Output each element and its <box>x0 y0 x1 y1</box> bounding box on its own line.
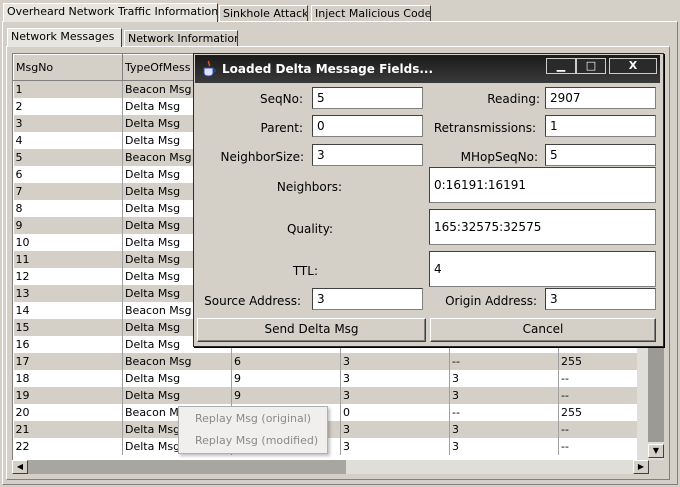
maximize-icon[interactable]: □ <box>576 58 606 74</box>
table-cell: 9 <box>13 216 123 234</box>
origin-address-label: Origin Address: <box>445 294 537 308</box>
table-row[interactable]: 17 Beacon Msg 6 3 -- 255 <box>13 352 638 370</box>
send-delta-msg-button[interactable]: Send Delta Msg <box>197 318 426 342</box>
table-cell: Beacon Msg <box>122 352 232 370</box>
table-cell: 255 <box>558 403 638 421</box>
context-menu: Replay Msg (original) Replay Msg (modifi… <box>178 406 328 454</box>
table-cell: 17 <box>13 352 123 370</box>
table-cell: 7 <box>13 182 123 200</box>
reading-label: Reading: <box>487 92 540 106</box>
table-cell: 16 <box>13 335 123 353</box>
neighborsize-field[interactable]: 3 <box>312 144 423 166</box>
menu-item-replay-modified[interactable]: Replay Msg (modified) <box>179 431 327 451</box>
retransmissions-field[interactable]: 1 <box>545 115 656 137</box>
table-cell: 4 <box>13 131 123 149</box>
table-cell: 13 <box>13 284 123 302</box>
column-header-msgno[interactable]: MsgNo <box>13 54 123 81</box>
table-cell: 9 <box>231 386 341 404</box>
table-cell: -- <box>558 369 638 387</box>
neighbors-label: Neighbors: <box>276 180 342 194</box>
table-cell: 11 <box>13 250 123 268</box>
tab-network-messages[interactable]: Network Messages <box>7 28 122 47</box>
table-cell: 15 <box>13 318 123 336</box>
tab-overheard-traffic[interactable]: Overheard Network Traffic Information <box>3 3 218 22</box>
parent-label: Parent: <box>260 121 303 135</box>
table-cell: 8 <box>13 199 123 217</box>
table-cell: 1 <box>13 80 123 98</box>
source-address-label: Source Address: <box>204 294 301 308</box>
tab-network-information[interactable]: Network Information <box>124 30 238 47</box>
reading-field[interactable]: 2907 <box>545 87 656 109</box>
table-cell: 6 <box>231 352 341 370</box>
table-row[interactable]: 18 Delta Msg 9 3 3 -- <box>13 369 638 387</box>
menu-item-replay-original[interactable]: Replay Msg (original) <box>179 409 327 429</box>
delta-message-dialog: Loaded Delta Message Fields... ▁ □ X Seq… <box>193 53 664 347</box>
horizontal-scroll-thumb[interactable] <box>28 460 346 474</box>
table-cell: -- <box>558 386 638 404</box>
retransmissions-label: Retransmissions: <box>433 121 536 135</box>
java-cup-icon <box>203 60 216 77</box>
seqno-field[interactable]: 5 <box>312 87 423 109</box>
source-address-field[interactable]: 3 <box>312 288 423 310</box>
mhopseqno-field[interactable]: 5 <box>545 144 656 166</box>
table-row[interactable]: 19 Delta Msg 9 3 3 -- <box>13 386 638 404</box>
neighborsize-label: NeighborSize: <box>220 150 304 164</box>
table-cell: 3 <box>340 386 450 404</box>
quality-field[interactable]: 165:32575:32575 <box>429 209 656 245</box>
table-cell: 20 <box>13 403 123 421</box>
table-cell: 6 <box>13 165 123 183</box>
table-cell: 9 <box>231 369 341 387</box>
dialog-titlebar[interactable]: Loaded Delta Message Fields... ▁ □ X <box>195 55 660 83</box>
table-cell: 19 <box>13 386 123 404</box>
tab-sinkhole-attack[interactable]: Sinkhole Attack <box>219 5 308 22</box>
table-cell: 14 <box>13 301 123 319</box>
quality-label: Quality: <box>286 222 333 236</box>
scroll-left-arrow-icon[interactable]: ◀ <box>12 460 28 474</box>
table-cell: 3 <box>449 420 559 438</box>
table-cell: 3 <box>449 386 559 404</box>
table-cell: -- <box>558 420 638 438</box>
scroll-down-arrow-icon[interactable]: ▼ <box>648 444 664 458</box>
mhopseqno-label: MHopSeqNo: <box>460 150 538 164</box>
minimize-icon[interactable]: ▁ <box>546 58 576 74</box>
table-cell: 3 <box>449 437 559 455</box>
cancel-button[interactable]: Cancel <box>430 318 656 342</box>
table-cell: 5 <box>13 148 123 166</box>
table-cell: -- <box>558 437 638 455</box>
table-cell: 3 <box>449 369 559 387</box>
neighbors-field[interactable]: 0:16191:16191 <box>429 167 656 203</box>
table-cell: 3 <box>340 369 450 387</box>
table-cell: 3 <box>13 114 123 132</box>
table-cell: 3 <box>340 352 450 370</box>
scroll-right-arrow-icon[interactable]: ▶ <box>633 460 649 474</box>
table-cell: 3 <box>340 420 450 438</box>
table-cell: 2 <box>13 97 123 115</box>
table-cell: 0 <box>340 403 450 421</box>
table-cell: 10 <box>13 233 123 251</box>
origin-address-field[interactable]: 3 <box>545 288 656 310</box>
table-cell: 12 <box>13 267 123 285</box>
table-cell: -- <box>449 352 559 370</box>
close-icon[interactable]: X <box>609 58 657 74</box>
table-cell: -- <box>449 403 559 421</box>
seqno-label: SeqNo: <box>260 92 303 106</box>
table-cell: Delta Msg <box>122 369 232 387</box>
table-cell: 21 <box>13 420 123 438</box>
table-cell: 255 <box>558 352 638 370</box>
table-cell: 3 <box>340 437 450 455</box>
tab-inject-malicious-code[interactable]: Inject Malicious Code <box>311 5 431 22</box>
ttl-field[interactable]: 4 <box>429 251 656 287</box>
table-cell: 22 <box>13 437 123 455</box>
vertical-scroll-thumb[interactable] <box>648 348 664 442</box>
ttl-label: TTL: <box>292 264 318 278</box>
table-cell: Delta Msg <box>122 386 232 404</box>
table-cell: 18 <box>13 369 123 387</box>
dialog-title: Loaded Delta Message Fields... <box>222 62 434 76</box>
parent-field[interactable]: 0 <box>312 115 423 137</box>
